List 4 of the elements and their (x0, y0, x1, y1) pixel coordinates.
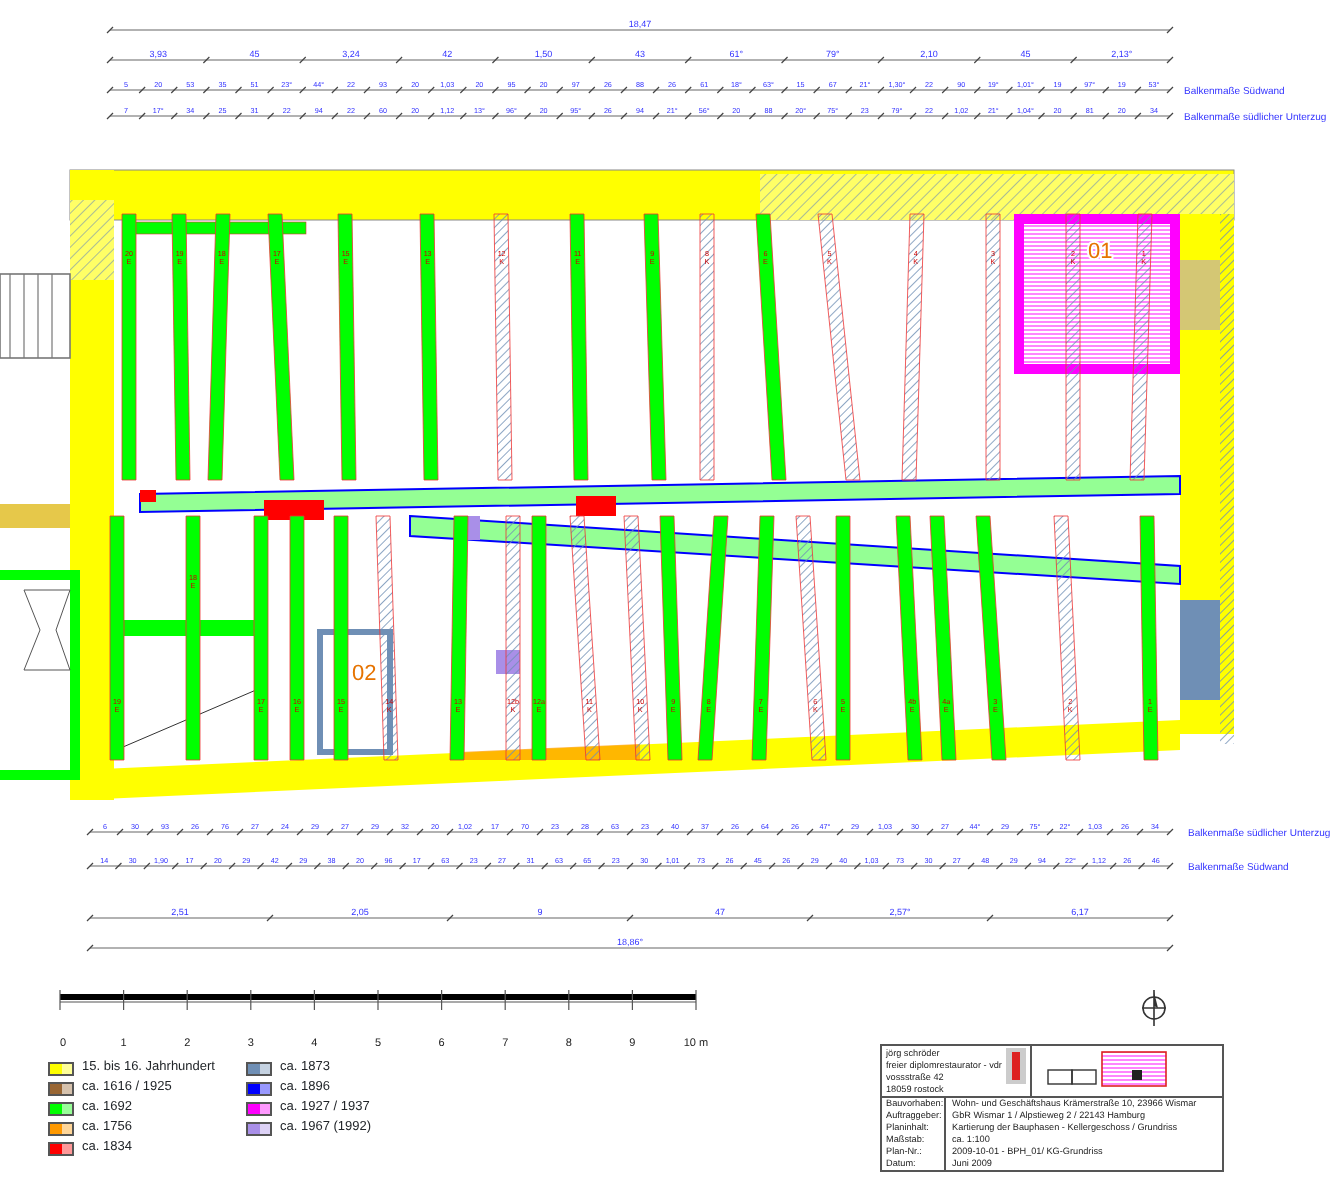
room-number: 01 (1088, 240, 1113, 264)
north-arrow-icon (1140, 988, 1168, 1028)
logo-icon (1006, 1048, 1026, 1084)
room-number: 02 (352, 662, 377, 686)
